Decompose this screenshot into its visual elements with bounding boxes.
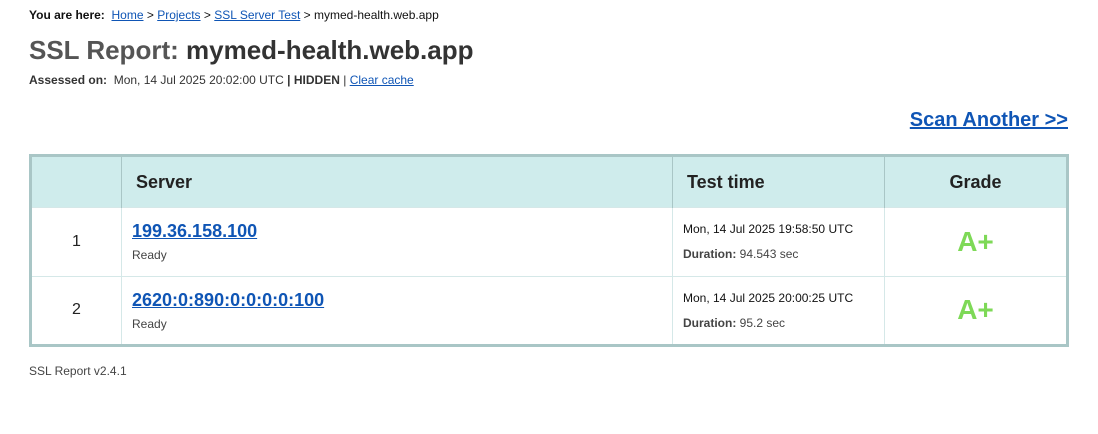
- grade-badge: A+: [884, 275, 1066, 344]
- breadcrumb-separator: >: [146, 8, 154, 22]
- assessed-separator: |: [343, 73, 347, 87]
- header-test-time: Test time: [672, 157, 885, 208]
- duration: Duration: 95.2 sec: [683, 316, 883, 330]
- row-number: 1: [32, 207, 122, 277]
- duration-label: Duration:: [683, 247, 737, 262]
- scan-another-link[interactable]: Scan Another >>: [910, 109, 1068, 132]
- header-num: [32, 157, 122, 208]
- hidden-label: HIDDEN: [293, 73, 340, 87]
- breadcrumb-separator: >: [303, 8, 311, 22]
- table-row: 2 2620:0:890:0:0:0:0:100 Ready Mon, 14 J…: [32, 275, 1066, 344]
- page-title: SSL Report: mymed-health.web.app: [29, 35, 474, 66]
- assessed-separator: |: [287, 73, 291, 87]
- duration-value: 94.543 sec: [739, 247, 799, 262]
- table-header-row: Server Test time Grade: [32, 157, 1066, 208]
- duration: Duration: 94.543 sec: [683, 247, 883, 261]
- assessed-label: Assessed on:: [29, 73, 108, 87]
- server-cell: 199.36.158.100 Ready: [121, 207, 673, 277]
- footer-version: SSL Report v2.4.1: [29, 364, 127, 378]
- grade-badge: A+: [884, 207, 1066, 277]
- duration-value: 95.2 sec: [739, 315, 786, 330]
- test-time-cell: Mon, 14 Jul 2025 20:00:25 UTC Duration: …: [672, 275, 885, 344]
- test-time-value: Mon, 14 Jul 2025 19:58:50 UTC: [683, 222, 854, 237]
- breadcrumb-projects-link[interactable]: Projects: [157, 8, 200, 22]
- server-cell: 2620:0:890:0:0:0:0:100 Ready: [121, 275, 673, 344]
- results-table: Server Test time Grade 1 199.36.158.100 …: [32, 157, 1066, 344]
- assessed-line: Assessed on: Mon, 14 Jul 2025 20:02:00 U…: [29, 73, 414, 87]
- server-link[interactable]: 199.36.158.100: [132, 221, 257, 241]
- duration-label: Duration:: [683, 315, 737, 330]
- breadcrumb-label: You are here:: [29, 8, 105, 22]
- breadcrumb-home-link[interactable]: Home: [111, 8, 143, 22]
- breadcrumb: You are here: Home > Projects > SSL Serv…: [29, 8, 439, 22]
- test-time-value: Mon, 14 Jul 2025 20:00:25 UTC: [683, 290, 854, 305]
- assessed-value: Mon, 14 Jul 2025 20:02:00 UTC: [113, 73, 284, 87]
- clear-cache-link[interactable]: Clear cache: [350, 73, 414, 87]
- header-server: Server: [121, 157, 673, 208]
- results-table-container: Server Test time Grade 1 199.36.158.100 …: [29, 154, 1069, 347]
- breadcrumb-separator: >: [203, 8, 211, 22]
- server-link[interactable]: 2620:0:890:0:0:0:0:100: [132, 290, 324, 310]
- page-title-prefix: SSL Report:: [29, 35, 179, 65]
- breadcrumb-current: mymed-health.web.app: [314, 8, 439, 22]
- test-time-cell: Mon, 14 Jul 2025 19:58:50 UTC Duration: …: [672, 207, 885, 277]
- server-status: Ready: [132, 316, 167, 331]
- table-row: 1 199.36.158.100 Ready Mon, 14 Jul 2025 …: [32, 207, 1066, 277]
- page-title-host: mymed-health.web.app: [186, 35, 474, 65]
- header-grade: Grade: [884, 157, 1066, 208]
- server-status: Ready: [132, 248, 167, 263]
- breadcrumb-ssl-server-test-link[interactable]: SSL Server Test: [214, 8, 300, 22]
- row-number: 2: [32, 275, 122, 344]
